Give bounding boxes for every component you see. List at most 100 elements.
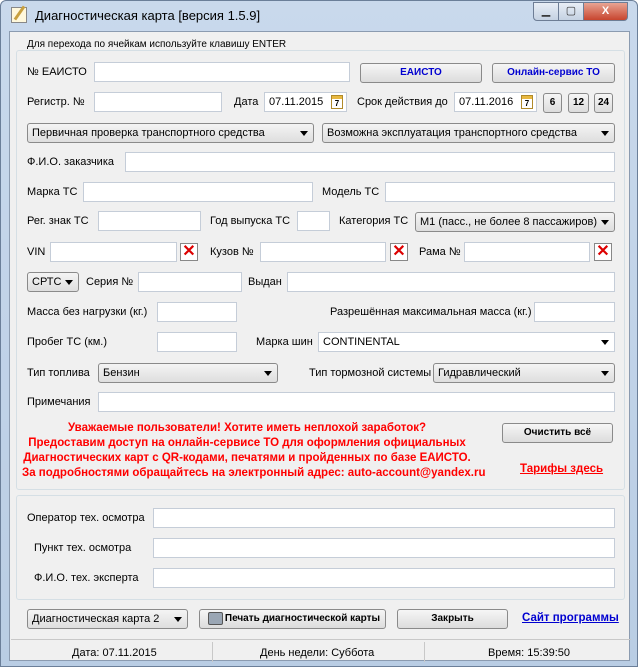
period-12-button[interactable]: 12 (568, 93, 589, 113)
chevron-down-icon (65, 280, 73, 285)
valid-until-value: 07.11.2016 (459, 96, 514, 108)
doc-type-select[interactable]: СРТС (27, 272, 79, 292)
issued-input[interactable] (287, 272, 615, 292)
category-label: Категория ТС (339, 215, 409, 227)
eaisto-button[interactable]: ЕАИСТО (360, 63, 482, 83)
clear-body-icon[interactable]: ✕ (390, 243, 408, 261)
date-value: 07.11.2015 (269, 96, 324, 108)
status-divider (11, 639, 631, 640)
group-hint: Для перехода по ячейкам используйте клав… (24, 39, 290, 50)
ad-line-1: Уважаемые пользователи! Хотите иметь неп… (67, 422, 427, 434)
customer-input[interactable] (125, 152, 615, 172)
issued-label: Выдан (248, 276, 282, 288)
ad-line-4: За подробностями обращайтесь на электрон… (22, 467, 486, 479)
check-type-select[interactable]: Первичная проверка транспортного средств… (27, 123, 314, 143)
vin-input[interactable] (50, 242, 177, 262)
expert-input[interactable] (153, 568, 615, 588)
status-date: Дата: 07.11.2015 (72, 647, 157, 659)
date-picker[interactable]: 07.11.2015 7 (264, 92, 347, 112)
model-input[interactable] (385, 182, 615, 202)
doc-type-value: СРТС (32, 276, 62, 288)
mass-input[interactable] (157, 302, 237, 322)
valid-until-label: Срок действия до (357, 96, 448, 108)
status-weekday: День недели: Суббота (260, 647, 375, 659)
brake-label: Тип тормозной системы (309, 367, 432, 379)
print-button[interactable]: Печать диагностической карты (199, 609, 386, 629)
period-24-button[interactable]: 24 (594, 93, 613, 113)
plate-input[interactable] (98, 211, 201, 231)
make-label: Марка ТС (27, 186, 78, 198)
reg-label: Регистр. № (27, 96, 85, 108)
printer-icon (208, 612, 223, 625)
tires-label: Марка шин (256, 336, 313, 348)
chevron-down-icon (601, 340, 609, 345)
point-label: Пункт тех. осмотра (34, 542, 132, 554)
result-value: Возможна эксплуатация транспортного сред… (327, 127, 577, 139)
site-link[interactable]: Сайт программы (522, 612, 619, 624)
ad-line-3: Диагностических карт с QR-кодами, печатя… (23, 452, 471, 464)
chevron-down-icon (174, 617, 182, 622)
result-select[interactable]: Возможна эксплуатация транспортного сред… (322, 123, 615, 143)
tires-select[interactable]: CONTINENTAL (318, 332, 615, 352)
calendar-icon[interactable]: 7 (331, 95, 343, 109)
frame-input[interactable] (464, 242, 590, 262)
year-input[interactable] (297, 211, 330, 231)
make-input[interactable] (83, 182, 313, 202)
calendar-icon[interactable]: 7 (521, 95, 533, 109)
chevron-down-icon (601, 371, 609, 376)
tires-value: CONTINENTAL (323, 336, 400, 348)
customer-label: Ф.И.О. заказчика (27, 156, 114, 168)
chevron-down-icon (264, 371, 272, 376)
mileage-input[interactable] (157, 332, 237, 352)
close-button[interactable]: Закрыть (397, 609, 508, 629)
max-mass-label: Разрешённая максимальная масса (кг.) (330, 306, 532, 318)
clear-frame-icon[interactable]: ✕ (594, 243, 612, 261)
date-label: Дата (234, 96, 259, 108)
notes-label: Примечания (27, 396, 91, 408)
period-6-button[interactable]: 6 (543, 93, 562, 113)
clear-vin-icon[interactable]: ✕ (180, 243, 198, 261)
chevron-down-icon (300, 131, 308, 136)
brake-select[interactable]: Гидравлический (433, 363, 615, 383)
fuel-select[interactable]: Бензин (98, 363, 278, 383)
max-mass-input[interactable] (534, 302, 615, 322)
tariffs-link[interactable]: Тарифы здесь (520, 463, 603, 475)
body-label: Кузов № (210, 246, 254, 258)
online-service-button[interactable]: Онлайн-сервис ТО (492, 63, 615, 83)
point-input[interactable] (153, 538, 615, 558)
model-label: Модель ТС (322, 186, 380, 198)
year-label: Год выпуска ТС (210, 215, 291, 227)
card-select[interactable]: Диагностическая карта 2 (27, 609, 188, 629)
chevron-down-icon (601, 131, 609, 136)
valid-until-picker[interactable]: 07.11.2016 7 (454, 92, 537, 112)
chevron-down-icon (601, 220, 609, 225)
category-value: M1 (пасс., не более 8 пассажиров) (420, 216, 597, 228)
mass-label: Масса без нагрузки (кг.) (27, 306, 148, 318)
card-select-value: Диагностическая карта 2 (32, 613, 160, 625)
clear-all-button[interactable]: Очистить всё (502, 423, 613, 443)
eaisto-input[interactable] (94, 62, 350, 82)
series-input[interactable] (138, 272, 242, 292)
status-separator (424, 642, 425, 662)
frame-label: Рама № (419, 246, 461, 258)
eaisto-label: № ЕАИСТО (27, 66, 87, 78)
expert-label: Ф.И.О. тех. эксперта (34, 572, 139, 584)
fuel-label: Тип топлива (27, 367, 90, 379)
check-type-value: Первичная проверка транспортного средств… (32, 127, 265, 139)
print-label: Печать диагностической карты (224, 613, 381, 624)
plate-label: Рег. знак ТС (27, 215, 89, 227)
notes-input[interactable] (98, 392, 615, 412)
mileage-label: Пробег ТС (км.) (27, 336, 107, 348)
app-window: Диагностическая карта [версия 1.5.9] ▁ ▢… (0, 0, 638, 667)
operator-label: Оператор тех. осмотра (27, 512, 145, 524)
status-time: Время: 15:39:50 (488, 647, 571, 659)
reg-input[interactable] (94, 92, 222, 112)
category-select[interactable]: M1 (пасс., не более 8 пассажиров) (415, 212, 615, 232)
series-label: Серия № (86, 276, 134, 288)
fuel-value: Бензин (103, 367, 140, 379)
body-input[interactable] (260, 242, 386, 262)
vin-label: VIN (27, 246, 46, 258)
brake-value: Гидравлический (438, 367, 521, 379)
ad-line-2: Предоставим доступ на онлайн-сервисе ТО … (28, 437, 466, 449)
operator-input[interactable] (153, 508, 615, 528)
